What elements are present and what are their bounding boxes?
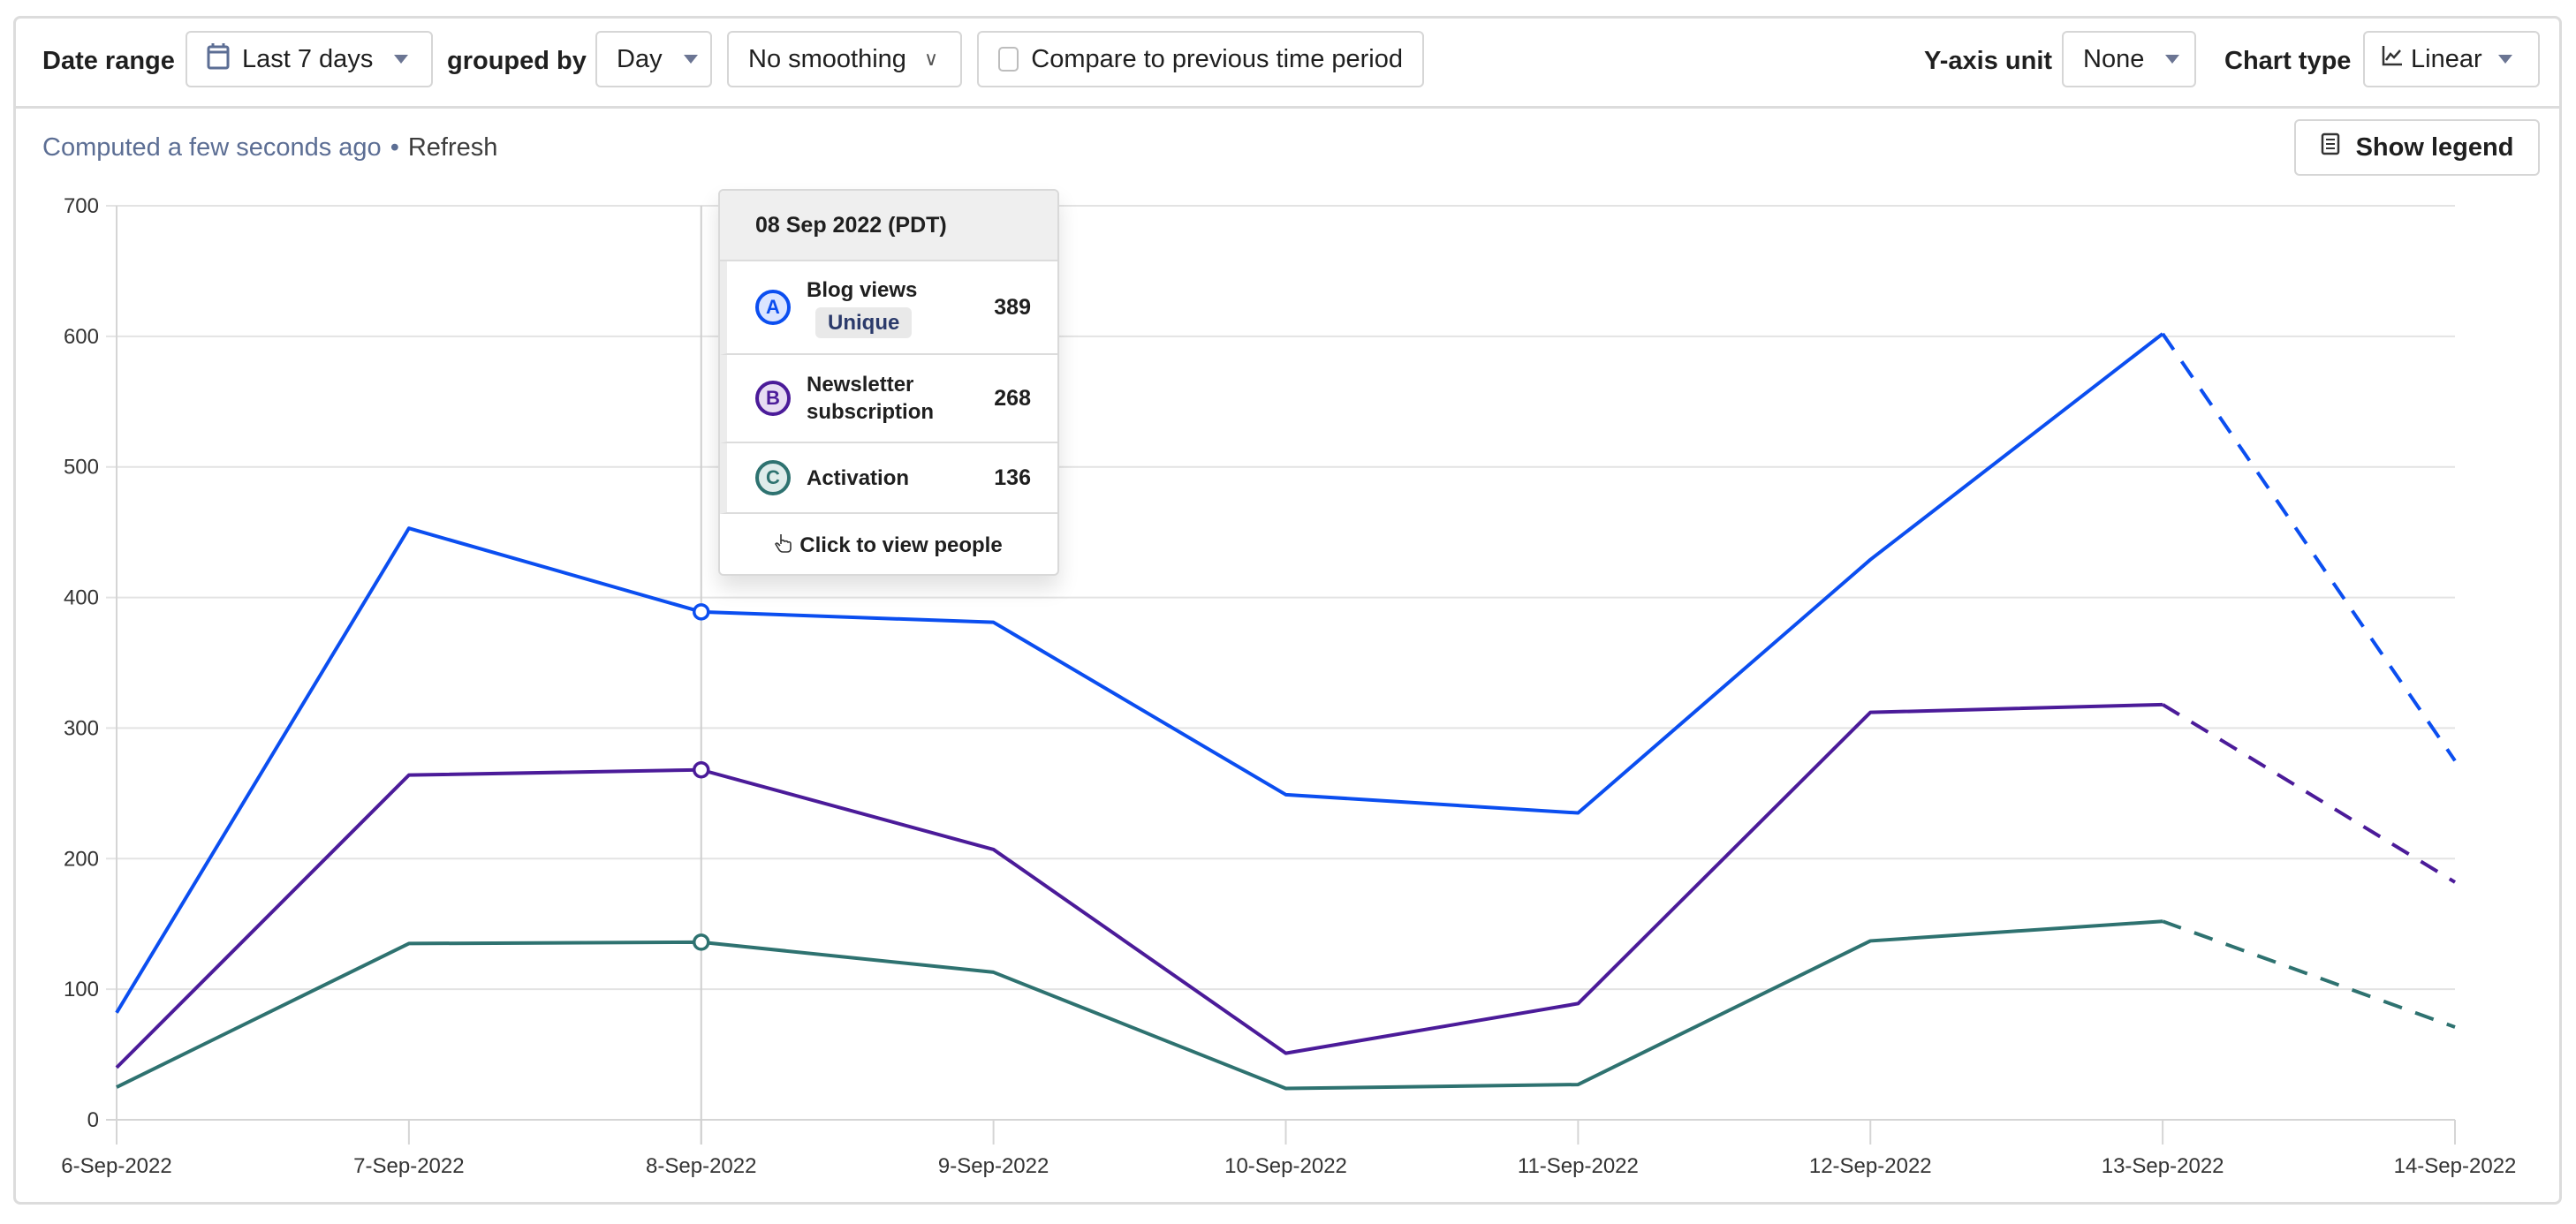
y-tick-label: 700 [64, 194, 99, 218]
chart-tooltip: 08 Sep 2022 (PDT) A Blog views Unique 38… [718, 189, 1059, 576]
tooltip-series-name: Blog views Unique [807, 276, 994, 338]
y-tick-label: 400 [64, 586, 99, 610]
series-line-incomplete-blog-views [2161, 332, 2457, 762]
series-line-newsletter-subscription [115, 702, 2163, 1069]
y-tick-label: 100 [64, 978, 99, 1001]
hover-point-newsletter-subscription [693, 760, 710, 779]
tooltip-series-value: 268 [994, 385, 1031, 411]
x-tick-label: 14-Sep-2022 [2394, 1154, 2517, 1178]
x-tick-label: 10-Sep-2022 [1224, 1154, 1347, 1178]
click-to-view-people[interactable]: Click to view people [720, 514, 1057, 574]
y-tick-label: 0 [87, 1108, 99, 1132]
series-line-activation [116, 919, 2163, 1091]
x-tick-label: 13-Sep-2022 [2102, 1154, 2224, 1178]
tooltip-series-name: Activation [807, 465, 910, 490]
series-badge-b: B [755, 381, 791, 416]
x-tick-label: 8-Sep-2022 [646, 1154, 756, 1178]
line-chart[interactable]: 0 100 200 300 400 500 600 700 6-Sep-2022 7-Sep-2… [0, 0, 2576, 1224]
series-badge-c: C [755, 460, 791, 495]
hover-point-blog-views [693, 603, 710, 621]
tooltip-row-newsletter: B Newsletter subscription 268 [720, 355, 1057, 443]
series-line-incomplete-newsletter-subscription [2162, 703, 2457, 884]
math-tag-unique: Unique [815, 307, 913, 338]
y-tick-label: 600 [64, 325, 99, 349]
tooltip-series-value: 389 [994, 294, 1031, 320]
series-line-blog-views [115, 332, 2164, 1014]
x-tick-label: 7-Sep-2022 [353, 1154, 464, 1178]
x-axis: 6-Sep-2022 7-Sep-2022 8-Sep-2022 9-Sep-2022… [61, 1120, 2516, 1178]
tooltip-title: 08 Sep 2022 (PDT) [720, 191, 1057, 261]
tooltip-series-value: 136 [994, 465, 1031, 490]
tooltip-series-name: Newsletter subscription [807, 373, 935, 424]
hover-point-activation [693, 933, 710, 951]
y-axis: 0 100 200 300 400 500 600 700 [64, 194, 99, 1132]
series-line-incomplete-activation [2162, 919, 2456, 1029]
pointer-hand-icon [775, 533, 792, 560]
x-tick-label: 6-Sep-2022 [61, 1154, 171, 1178]
x-tick-label: 9-Sep-2022 [938, 1154, 1049, 1178]
y-tick-label: 200 [64, 847, 99, 871]
x-tick-label: 12-Sep-2022 [1809, 1154, 1932, 1178]
tooltip-row-activation: C Activation 136 [720, 443, 1057, 514]
series-lines [115, 332, 2457, 1091]
grid [106, 205, 2455, 1145]
x-tick-label: 11-Sep-2022 [1518, 1154, 1639, 1178]
click-to-view-people-label: Click to view people [799, 533, 1003, 557]
y-tick-label: 500 [64, 456, 99, 480]
tooltip-row-blog-views: A Blog views Unique 389 [720, 261, 1057, 355]
series-name: Blog views [807, 278, 918, 302]
series-badge-a: A [755, 290, 791, 325]
y-tick-label: 300 [64, 716, 99, 740]
